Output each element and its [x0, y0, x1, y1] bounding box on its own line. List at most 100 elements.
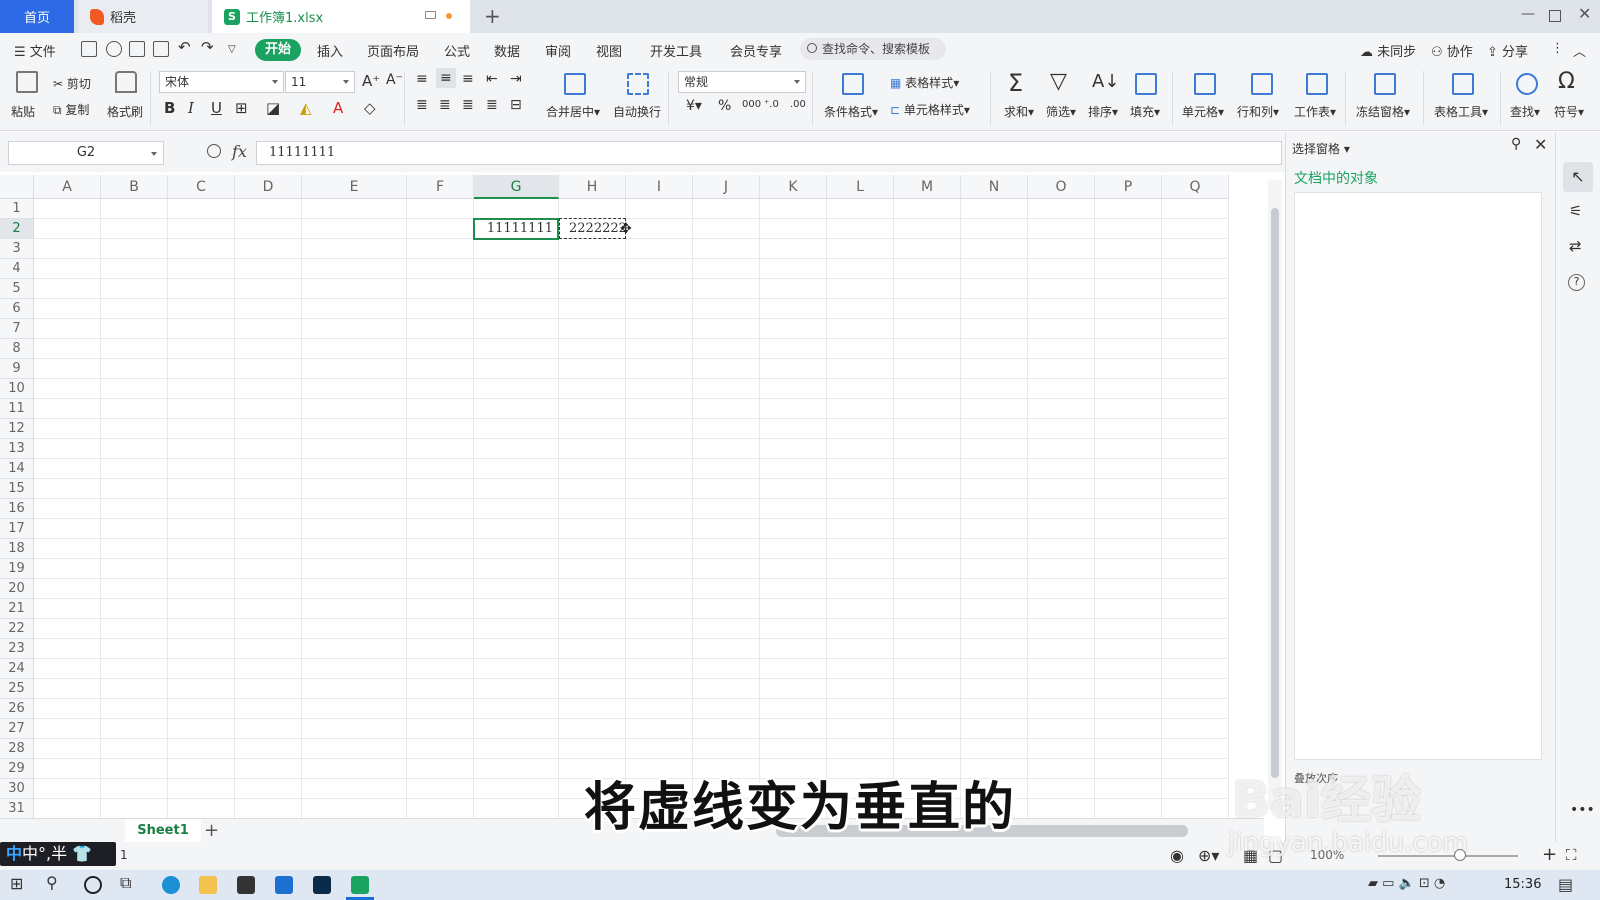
- row-header-4[interactable]: 4: [0, 259, 34, 279]
- align-left-icon[interactable]: ≣: [416, 97, 428, 113]
- currency-icon[interactable]: ¥▾: [686, 98, 702, 114]
- font-size-select[interactable]: 11: [285, 71, 355, 93]
- column-header-l[interactable]: L: [827, 175, 894, 199]
- row-header-10[interactable]: 10: [0, 379, 34, 399]
- row-header-2[interactable]: 2: [0, 219, 34, 239]
- row-header-27[interactable]: 27: [0, 719, 34, 739]
- zoom-icon[interactable]: [207, 144, 221, 158]
- minimize-icon[interactable]: —: [1521, 6, 1535, 22]
- row-header-19[interactable]: 19: [0, 559, 34, 579]
- sum-button[interactable]: 求和▾: [1004, 103, 1034, 120]
- row-header-5[interactable]: 5: [0, 279, 34, 299]
- sync-button[interactable]: ☁ 未同步: [1360, 41, 1416, 60]
- format-painter-icon[interactable]: [115, 71, 137, 93]
- menu-view[interactable]: 视图: [596, 41, 622, 60]
- rowcol-icon[interactable]: [1251, 73, 1273, 95]
- cut-button[interactable]: ✂ 剪切: [53, 75, 91, 92]
- row-header-8[interactable]: 8: [0, 339, 34, 359]
- fill-icon[interactable]: [1135, 73, 1157, 95]
- print-icon[interactable]: [129, 41, 145, 57]
- redo-icon[interactable]: ↷: [201, 38, 214, 56]
- column-header-f[interactable]: F: [407, 175, 474, 199]
- tab-workbook[interactable]: S 工作簿1.xlsx: [212, 0, 470, 33]
- decrease-decimal-icon[interactable]: .00: [790, 99, 806, 110]
- italic-button[interactable]: I: [188, 99, 194, 117]
- filter-icon[interactable]: ▽: [1050, 69, 1067, 94]
- copy-button[interactable]: ⧉ 复制: [53, 101, 89, 118]
- rowcol-button[interactable]: 行和列▾: [1237, 103, 1279, 120]
- new-tab-button[interactable]: +: [484, 4, 501, 28]
- column-header-d[interactable]: D: [235, 175, 302, 199]
- clock[interactable]: 15:36: [1504, 877, 1541, 892]
- row-header-6[interactable]: 6: [0, 299, 34, 319]
- row-header-22[interactable]: 22: [0, 619, 34, 639]
- mail-icon[interactable]: [275, 876, 293, 894]
- menu-developer[interactable]: 开发工具: [650, 41, 702, 60]
- column-header-o[interactable]: O: [1028, 175, 1095, 199]
- monitor-icon[interactable]: [425, 11, 436, 19]
- worksheet-icon[interactable]: [1306, 73, 1328, 95]
- cells-button[interactable]: 单元格▾: [1182, 103, 1224, 120]
- menu-file[interactable]: ☰ 文件: [14, 41, 56, 60]
- eye-protect-icon[interactable]: ◉: [1170, 846, 1184, 865]
- name-box[interactable]: G2: [8, 141, 164, 165]
- restore-icon[interactable]: [1549, 10, 1561, 22]
- wrap-icon[interactable]: [627, 73, 649, 95]
- photoshop-icon[interactable]: [313, 876, 331, 894]
- save-icon[interactable]: [81, 41, 97, 57]
- align-top-icon[interactable]: ≡: [416, 71, 428, 87]
- row-header-21[interactable]: 21: [0, 599, 34, 619]
- filter-button[interactable]: 筛选▾: [1046, 103, 1076, 120]
- pane-close-icon[interactable]: ✕: [1534, 135, 1547, 154]
- select-all-corner[interactable]: [0, 175, 34, 199]
- transfer-icon[interactable]: ⇄: [1569, 237, 1582, 255]
- menu-page-layout[interactable]: 页面布局: [367, 41, 419, 60]
- highlight-icon[interactable]: ◭: [300, 99, 312, 117]
- increase-font-icon[interactable]: A⁺: [362, 72, 380, 90]
- row-header-17[interactable]: 17: [0, 519, 34, 539]
- menu-insert[interactable]: 插入: [317, 41, 343, 60]
- row-header-23[interactable]: 23: [0, 639, 34, 659]
- indent-decrease-icon[interactable]: ⇤: [486, 71, 498, 87]
- customize-icon[interactable]: ▽: [228, 44, 236, 55]
- task-view-icon[interactable]: ⧉: [120, 873, 138, 892]
- cell-style-button[interactable]: ⊏ 单元格样式▾: [890, 101, 970, 118]
- font-color-icon[interactable]: A: [333, 99, 343, 117]
- row-header-13[interactable]: 13: [0, 439, 34, 459]
- ime-indicator[interactable]: 中中°,半 👕: [0, 842, 116, 866]
- menu-start[interactable]: 开始: [255, 39, 301, 61]
- column-header-j[interactable]: J: [693, 175, 760, 199]
- font-select[interactable]: 宋体: [159, 71, 284, 93]
- find-button[interactable]: 查找▾: [1510, 103, 1540, 120]
- wrap-button[interactable]: 自动换行: [613, 103, 661, 120]
- cortana-icon[interactable]: [84, 876, 102, 894]
- bold-button[interactable]: B: [164, 99, 175, 117]
- close-icon[interactable]: ✕: [1578, 4, 1591, 23]
- column-header-i[interactable]: I: [626, 175, 693, 199]
- freeze-button[interactable]: 冻结窗格▾: [1356, 103, 1410, 120]
- table-tools-icon[interactable]: [1452, 73, 1474, 95]
- align-right-icon[interactable]: ≣: [462, 97, 474, 113]
- export-icon[interactable]: [106, 41, 122, 57]
- find-icon[interactable]: [1516, 73, 1538, 95]
- fill-button[interactable]: 填充▾: [1130, 103, 1160, 120]
- cell-h2[interactable]: 2222222: [559, 218, 627, 239]
- row-header-12[interactable]: 12: [0, 419, 34, 439]
- tab-home[interactable]: 首页: [0, 0, 74, 33]
- column-header-p[interactable]: P: [1095, 175, 1162, 199]
- indent-increase-icon[interactable]: ⇥: [510, 71, 522, 87]
- row-header-1[interactable]: 1: [0, 199, 34, 219]
- paste-button[interactable]: 粘贴: [11, 103, 35, 120]
- row-header-11[interactable]: 11: [0, 399, 34, 419]
- table-tools-button[interactable]: 表格工具▾: [1434, 103, 1488, 120]
- windows-start-icon[interactable]: ⊞: [10, 874, 28, 893]
- help-icon[interactable]: ?: [1568, 274, 1585, 291]
- edge-icon[interactable]: [162, 876, 180, 894]
- menu-review[interactable]: 审阅: [545, 41, 571, 60]
- select-arrow-icon[interactable]: ↖: [1563, 162, 1593, 192]
- decrease-font-icon[interactable]: A⁻: [386, 72, 403, 88]
- menu-membership[interactable]: 会员专享: [730, 41, 782, 60]
- fx-icon[interactable]: fx: [232, 142, 247, 161]
- column-header-q[interactable]: Q: [1162, 175, 1229, 199]
- column-header-c[interactable]: C: [168, 175, 235, 199]
